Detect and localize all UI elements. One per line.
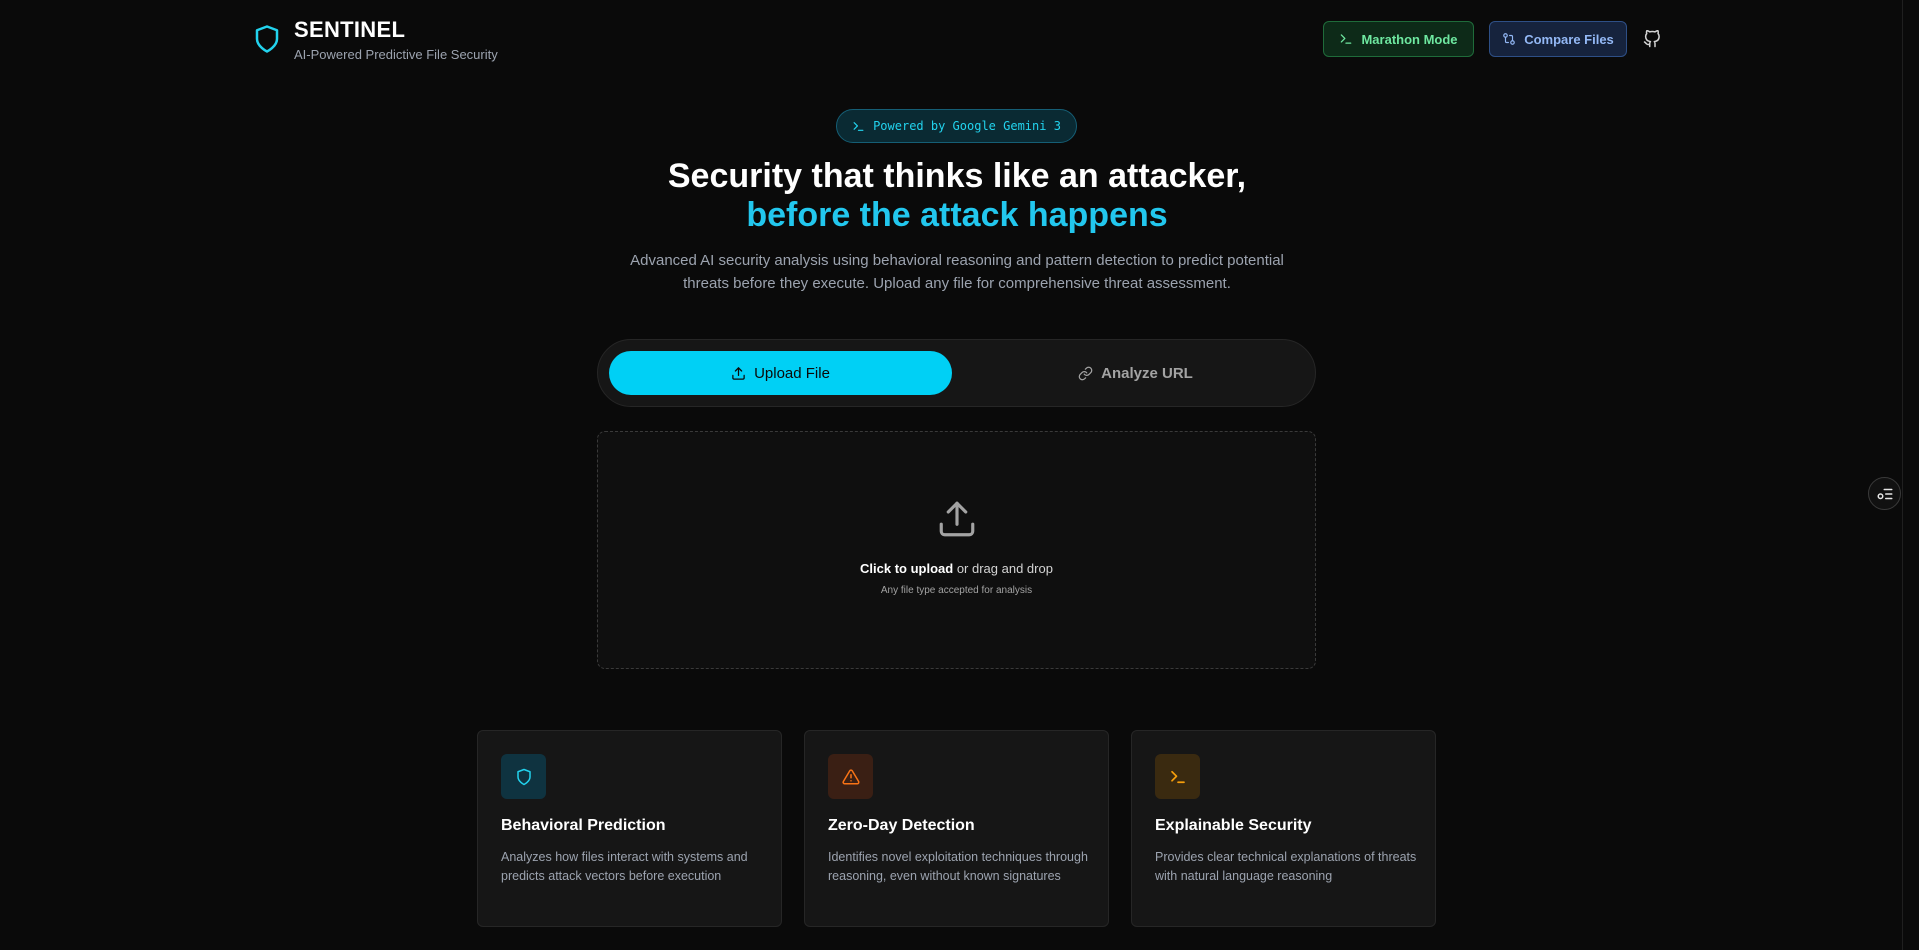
feature-title: Explainable Security — [1155, 817, 1312, 834]
feature-title: Zero-Day Detection — [828, 817, 975, 834]
feature-icon-box — [828, 754, 873, 799]
hero-title-highlight: before the attack happens — [746, 196, 1168, 234]
app-title: SENTINEL — [294, 17, 406, 42]
terminal-icon — [853, 121, 864, 131]
feature-title: Behavioral Prediction — [501, 817, 666, 834]
github-icon — [1643, 30, 1660, 48]
powered-by-label: Powered by Google Gemini 3 — [873, 119, 1061, 133]
feature-card-behavioral: Behavioral Prediction Analyzes how files… — [477, 730, 782, 927]
marathon-mode-button[interactable]: Marathon Mode — [1323, 21, 1474, 57]
hero-title: Security that thinks like an attacker, — [667, 157, 1247, 195]
feature-description: Analyzes how files interact with systems… — [501, 850, 748, 883]
feature-description: Identifies novel exploitation techniques… — [828, 850, 1088, 883]
compare-files-button[interactable]: Compare Files — [1489, 21, 1627, 57]
settings-list-icon — [1877, 488, 1892, 499]
upload-icon — [939, 501, 975, 537]
tab-analyze-url[interactable]: Analyze URL — [964, 351, 1307, 395]
feature-icon-box — [501, 754, 546, 799]
hero-description: Advanced AI security analysis using beha… — [630, 252, 1284, 292]
feature-icon-box — [1155, 754, 1200, 799]
link-icon — [1078, 366, 1093, 380]
git-compare-icon — [1503, 33, 1516, 45]
marathon-mode-label: Marathon Mode — [1361, 31, 1458, 47]
click-to-upload-text[interactable]: Click to upload — [860, 561, 953, 576]
feature-card-zero-day: Zero-Day Detection Identifies novel expl… — [804, 730, 1109, 927]
brand[interactable]: SENTINEL AI-Powered Predictive File Secu… — [252, 16, 498, 64]
app-subtitle: AI-Powered Predictive File Security — [294, 47, 498, 62]
terminal-icon — [1170, 770, 1185, 783]
scrollbar-track[interactable] — [1902, 0, 1903, 950]
tab-upload-file[interactable]: Upload File — [609, 351, 952, 395]
github-link[interactable] — [1640, 27, 1664, 51]
file-dropzone[interactable]: Click to upload or drag and drop Any fil… — [597, 431, 1316, 669]
header: SENTINEL AI-Powered Predictive File Secu… — [0, 0, 1919, 78]
compare-files-label: Compare Files — [1524, 31, 1614, 47]
dropzone-instructions: Click to upload or drag and drop — [598, 561, 1315, 576]
feature-card-explainable: Explainable Security Provides clear tech… — [1131, 730, 1436, 927]
shield-icon — [516, 768, 531, 785]
upload-icon — [732, 366, 745, 380]
warning-icon — [841, 768, 860, 784]
shield-logo-icon — [255, 25, 279, 53]
dropzone-hint: Any file type accepted for analysis — [880, 585, 1033, 596]
tab-url-label: Analyze URL — [1101, 364, 1193, 382]
tab-upload-label: Upload File — [754, 364, 830, 382]
input-mode-tabs: Upload File Analyze URL — [597, 339, 1316, 407]
drag-drop-text: or drag and drop — [953, 561, 1053, 576]
terminal-icon — [1341, 34, 1352, 44]
powered-by-badge: Powered by Google Gemini 3 — [836, 109, 1077, 143]
feature-description: Provides clear technical explanations of… — [1155, 850, 1417, 883]
settings-floating-button[interactable] — [1868, 477, 1901, 510]
